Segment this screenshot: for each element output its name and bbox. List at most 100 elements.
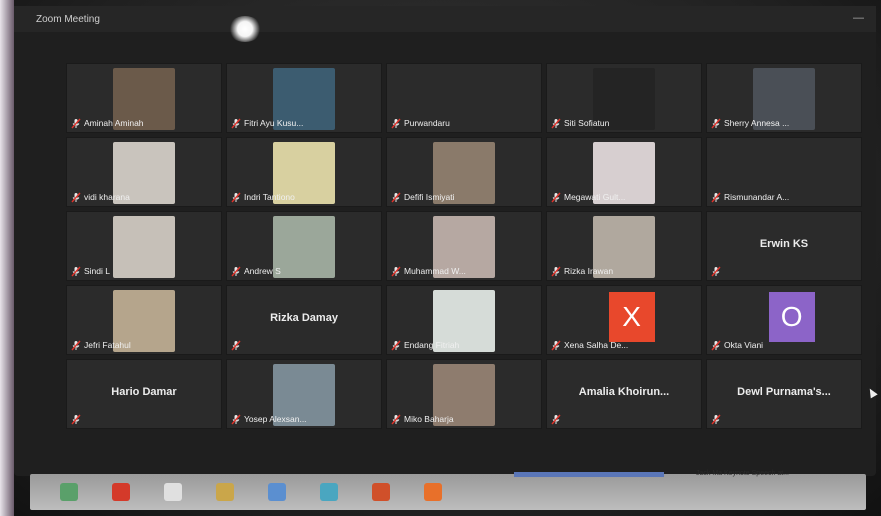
muted-mic-icon bbox=[551, 414, 561, 425]
participant-tile[interactable]: Rizka Irawan bbox=[546, 211, 702, 281]
store-icon[interactable] bbox=[268, 483, 286, 501]
participant-tile[interactable]: Muhammad W... bbox=[386, 211, 542, 281]
participant-name-row bbox=[231, 339, 244, 351]
participant-name-row: Rismunandar A... bbox=[711, 191, 789, 203]
participant-name: Megawati Gult... bbox=[564, 192, 626, 202]
participant-name: vidi kharana bbox=[84, 192, 130, 202]
participant-name-row bbox=[551, 413, 564, 425]
muted-mic-icon bbox=[711, 118, 721, 129]
muted-mic-icon bbox=[71, 266, 81, 277]
participant-name-row: Megawati Gult... bbox=[551, 191, 625, 203]
muted-mic-icon bbox=[551, 192, 561, 203]
participant-name: Jefri Fatahul bbox=[84, 340, 131, 350]
participant-tile[interactable]: vidi kharana bbox=[66, 137, 222, 207]
screen-glare bbox=[228, 16, 262, 42]
participant-name: Indri Tantiono bbox=[244, 192, 295, 202]
participant-name-row: Purwandaru bbox=[391, 117, 450, 129]
muted-mic-icon bbox=[71, 118, 81, 129]
progress-strip bbox=[514, 472, 664, 477]
participant-name: Aminah Aminah bbox=[84, 118, 144, 128]
participant-display-name: Amalia Khoirun... bbox=[578, 386, 670, 398]
folder-icon[interactable] bbox=[216, 483, 234, 501]
participant-name-row: Muhammad W... bbox=[391, 265, 466, 277]
participant-name-row: Jefri Fatahul bbox=[71, 339, 131, 351]
participant-tile[interactable]: Fitri Ayu Kusu... bbox=[226, 63, 382, 133]
participant-name-row: vidi kharana bbox=[71, 191, 130, 203]
participant-display-name: Dewl Purnama's... bbox=[737, 386, 831, 398]
participant-name-row: Andrew S bbox=[231, 265, 281, 277]
muted-mic-icon bbox=[391, 118, 401, 129]
participant-tile[interactable]: O Okta Viani bbox=[706, 285, 862, 355]
zoom-window: Zoom Meeting — Aminah Aminah Fitri Ayu Ku… bbox=[14, 6, 876, 476]
muted-mic-icon bbox=[551, 118, 561, 129]
participant-name: Miko Baharja bbox=[404, 414, 454, 424]
taskbar-tooltip: Jack Ma Keynote Speech at... bbox=[696, 470, 789, 477]
participant-video bbox=[113, 216, 175, 278]
taskbar: Jack Ma Keynote Speech at... bbox=[30, 470, 866, 510]
participant-name-row: Rizka Irawan bbox=[551, 265, 613, 277]
participant-tile[interactable]: Defifi Ismiyati bbox=[386, 137, 542, 207]
participant-name-row: Sindi L bbox=[71, 265, 110, 277]
participant-tile[interactable]: Andrew S bbox=[226, 211, 382, 281]
participant-tile[interactable]: X Xena Salha De... bbox=[546, 285, 702, 355]
muted-mic-icon bbox=[231, 266, 241, 277]
participant-avatar: O bbox=[768, 292, 815, 342]
participant-name-row bbox=[71, 413, 84, 425]
participant-avatar: X bbox=[608, 292, 655, 342]
participant-display-name: Rizka Damay bbox=[270, 312, 338, 324]
minimize-icon[interactable]: — bbox=[853, 12, 864, 24]
participant-tile[interactable]: Yosep Alexsan... bbox=[226, 359, 382, 429]
muted-mic-icon bbox=[71, 414, 81, 425]
participant-tile[interactable]: Dewl Purnama's... bbox=[706, 359, 862, 429]
participant-tile[interactable]: Erwin KS bbox=[706, 211, 862, 281]
participant-name-row: Sherry Annesa ... bbox=[711, 117, 789, 129]
muted-mic-icon bbox=[391, 414, 401, 425]
muted-mic-icon bbox=[711, 266, 721, 277]
participant-tile[interactable]: Endang Fitriah bbox=[386, 285, 542, 355]
muted-mic-icon bbox=[711, 414, 721, 425]
participant-tile[interactable]: Sindi L bbox=[66, 211, 222, 281]
participant-name: Rizka Irawan bbox=[564, 266, 614, 276]
muted-mic-icon bbox=[551, 266, 561, 277]
muted-mic-icon bbox=[71, 340, 81, 351]
participant-tile[interactable]: Miko Baharja bbox=[386, 359, 542, 429]
opera-icon[interactable] bbox=[112, 483, 130, 501]
participant-tile[interactable]: Rismunandar A... bbox=[706, 137, 862, 207]
participant-tile[interactable]: Sherry Annesa ... bbox=[706, 63, 862, 133]
muted-mic-icon bbox=[391, 192, 401, 203]
participant-name-row: Xena Salha De... bbox=[551, 339, 628, 351]
participant-tile[interactable]: Amalia Khoirun... bbox=[546, 359, 702, 429]
participant-name-row bbox=[711, 265, 724, 277]
participant-name: Yosep Alexsan... bbox=[244, 414, 307, 424]
mail-icon[interactable] bbox=[320, 483, 338, 501]
participant-video bbox=[273, 216, 335, 278]
participant-name: Andrew S bbox=[244, 266, 281, 276]
participant-tile[interactable]: Rizka Damay bbox=[226, 285, 382, 355]
participant-name-row: Yosep Alexsan... bbox=[231, 413, 307, 425]
participant-tile[interactable]: Hario Damar bbox=[66, 359, 222, 429]
participant-name-row bbox=[711, 413, 724, 425]
muted-mic-icon bbox=[711, 192, 721, 203]
file-icon[interactable] bbox=[164, 483, 182, 501]
participant-name: Fitri Ayu Kusu... bbox=[244, 118, 304, 128]
participant-name-row: Fitri Ayu Kusu... bbox=[231, 117, 303, 129]
participant-tile[interactable]: Megawati Gult... bbox=[546, 137, 702, 207]
participant-name-row: Indri Tantiono bbox=[231, 191, 295, 203]
muted-mic-icon bbox=[71, 192, 81, 203]
participant-name-row: Defifi Ismiyati bbox=[391, 191, 455, 203]
participant-display-name: Erwin KS bbox=[759, 238, 809, 250]
muted-mic-icon bbox=[391, 340, 401, 351]
participant-tile[interactable]: Indri Tantiono bbox=[226, 137, 382, 207]
muted-mic-icon bbox=[551, 340, 561, 351]
participant-name: Muhammad W... bbox=[404, 266, 466, 276]
participant-name: Endang Fitriah bbox=[404, 340, 460, 350]
participant-tile[interactable]: Purwandaru bbox=[386, 63, 542, 133]
participant-tile[interactable]: Siti Sofiatun bbox=[546, 63, 702, 133]
muted-mic-icon bbox=[711, 340, 721, 351]
participant-name: Sherry Annesa ... bbox=[724, 118, 790, 128]
chrome-icon[interactable] bbox=[60, 483, 78, 501]
participant-tile[interactable]: Aminah Aminah bbox=[66, 63, 222, 133]
ppt-icon[interactable] bbox=[372, 483, 390, 501]
browser-icon[interactable] bbox=[424, 483, 442, 501]
participant-tile[interactable]: Jefri Fatahul bbox=[66, 285, 222, 355]
